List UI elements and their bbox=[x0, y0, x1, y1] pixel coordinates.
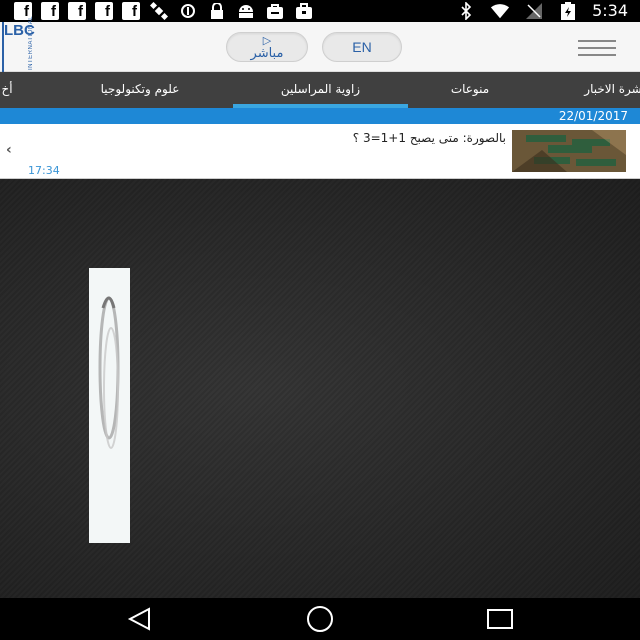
tab-news-bulletin[interactable]: نشرة الاخبار bbox=[560, 72, 640, 108]
status-bar: f f f f f 5:34 bbox=[0, 0, 640, 22]
logo-text: LBC bbox=[4, 22, 35, 39]
news-thumbnail bbox=[512, 130, 626, 172]
circle-icon bbox=[178, 2, 198, 20]
tab-correspondents-corner[interactable]: زاوية المراسلين bbox=[233, 72, 408, 108]
hamburger-menu-icon[interactable] bbox=[578, 38, 616, 58]
facebook-icon: f bbox=[68, 2, 86, 20]
satellite-icon bbox=[149, 2, 169, 20]
bag-icon bbox=[265, 2, 285, 20]
app-header: LBC INTERNATIONAL ▷ مباشر EN bbox=[0, 15, 640, 72]
lock-icon bbox=[207, 2, 227, 20]
lbc-logo[interactable]: LBC INTERNATIONAL bbox=[2, 15, 42, 72]
notification-icons: f f f f f bbox=[14, 2, 314, 20]
battery-icon bbox=[558, 1, 578, 20]
home-icon[interactable] bbox=[303, 606, 337, 632]
live-label: مباشر bbox=[250, 46, 284, 61]
wifi-icon bbox=[490, 2, 510, 20]
recent-apps-icon[interactable] bbox=[485, 606, 515, 632]
navigation-bar bbox=[0, 598, 640, 640]
news-title[interactable]: بالصورة: متى يصبح 1+1=3 ؟ bbox=[353, 131, 506, 145]
tab-science-technology[interactable]: علوم وتكنولوجيا bbox=[80, 72, 200, 108]
news-list-item[interactable]: بالصورة: متى يصبح 1+1=3 ؟ 17:34 ‹ bbox=[0, 124, 640, 179]
back-icon[interactable] bbox=[125, 606, 155, 632]
category-tabs: نشرة الاخبار منوعات زاوية المراسلين علوم… bbox=[0, 72, 640, 108]
signal-icon bbox=[524, 2, 544, 20]
facebook-icon: f bbox=[122, 2, 140, 20]
facebook-icon: f bbox=[95, 2, 113, 20]
tab-more[interactable]: أخ bbox=[0, 72, 22, 108]
news-time: 17:34 bbox=[28, 164, 60, 177]
tab-variety[interactable]: منوعات bbox=[420, 72, 520, 108]
android-icon bbox=[236, 2, 256, 20]
briefcase-icon bbox=[294, 2, 314, 20]
system-icons: 5:34 bbox=[456, 1, 628, 20]
language-button[interactable]: EN bbox=[322, 32, 402, 62]
live-button[interactable]: ▷ مباشر bbox=[226, 32, 308, 62]
date-bar: 22/01/2017 bbox=[0, 108, 640, 124]
chevron-left-icon[interactable]: ‹ bbox=[6, 142, 12, 158]
facebook-icon: f bbox=[41, 2, 59, 20]
loading-spinner-icon bbox=[89, 268, 130, 543]
logo-subtext: INTERNATIONAL bbox=[28, 15, 34, 70]
bluetooth-icon bbox=[456, 1, 476, 20]
clock-text: 5:34 bbox=[592, 1, 628, 20]
content-area bbox=[0, 179, 640, 598]
